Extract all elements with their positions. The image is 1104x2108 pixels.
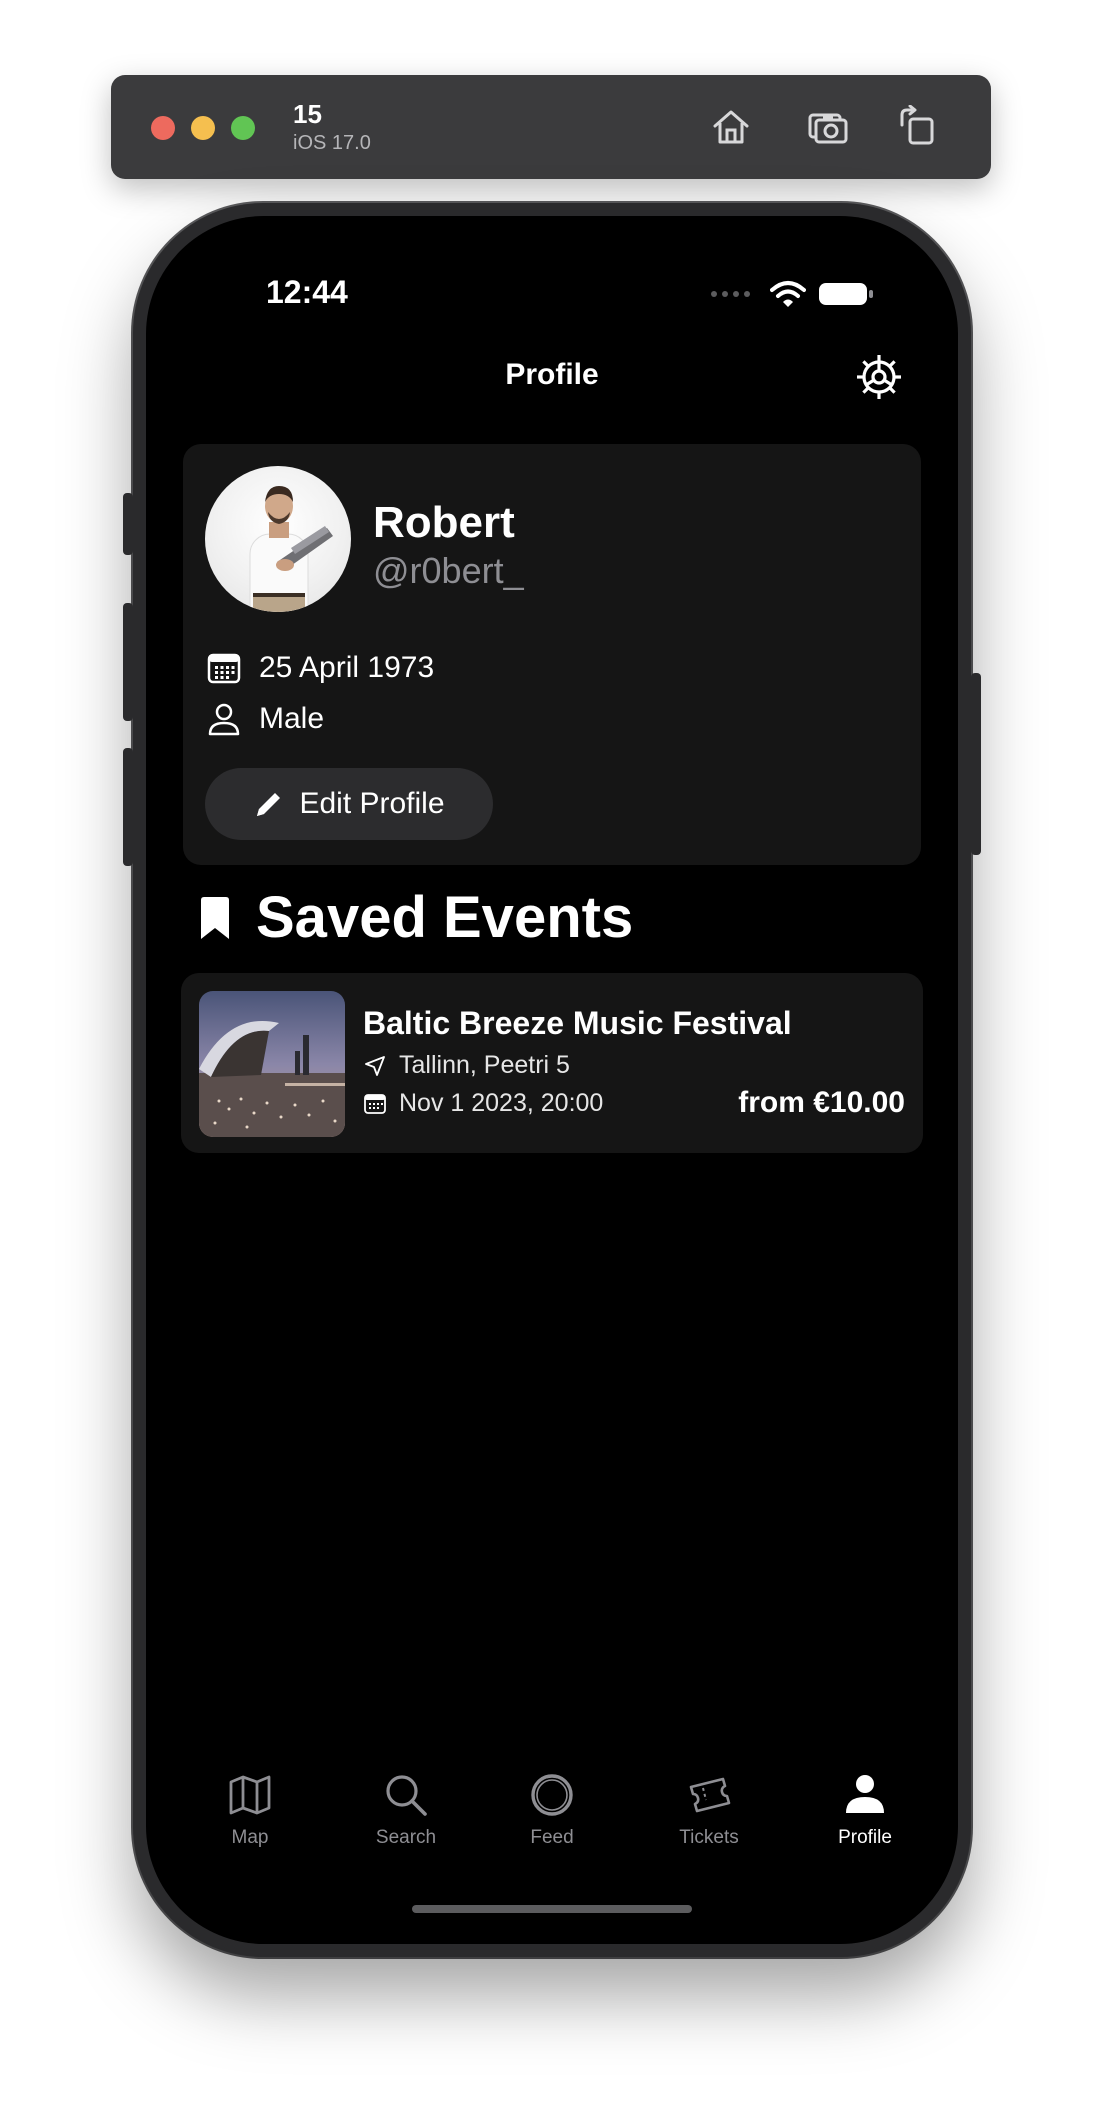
event-date-row: Nov 1 2023, 20:00: [363, 1089, 603, 1118]
saved-events-header: Saved Events: [198, 884, 633, 951]
tab-label-search: Search: [375, 1827, 437, 1848]
edit-profile-label: Edit Profile: [299, 787, 445, 820]
person-icon: [846, 1775, 884, 1813]
calendar-icon: [207, 653, 241, 684]
settings-button[interactable]: [855, 353, 903, 401]
calendar-icon: [364, 1093, 386, 1114]
event-datetime: Nov 1 2023, 20:00: [399, 1089, 604, 1117]
event-location: Tallinn, Peetri 5: [399, 1051, 570, 1079]
page-title: Profile: [505, 358, 599, 391]
edit-profile-button[interactable]: Edit Profile: [205, 768, 493, 840]
tab-label-map: Map: [231, 1827, 269, 1848]
birthdate-text: 25 April 1973: [259, 651, 435, 684]
tab-label-profile: Profile: [838, 1827, 892, 1848]
avatar[interactable]: [205, 466, 351, 612]
rotate-button[interactable]: [897, 104, 941, 149]
rotate-icon: [900, 104, 934, 145]
event-thumbnail: [199, 991, 345, 1137]
profile-card: Robert @r0bert_ 25 April 1973 Male Edit …: [183, 444, 921, 865]
battery-icon: [819, 283, 873, 305]
tab-label-feed: Feed: [530, 1827, 574, 1848]
avatar-photo: [249, 486, 333, 612]
tab-map[interactable]: Map: [180, 1771, 320, 1849]
home-icon: [713, 110, 749, 144]
tab-tickets[interactable]: Tickets: [639, 1771, 779, 1849]
tab-bar: Map Search Feed Tickets Profile: [146, 1771, 958, 1871]
simulator-device-name: 15: [293, 99, 322, 129]
map-icon: [229, 1775, 271, 1815]
gender-text: Male: [259, 702, 325, 735]
event-location-row: Tallinn, Peetri 5: [363, 1051, 570, 1080]
pencil-icon: [257, 793, 281, 816]
user-name: Robert: [373, 498, 515, 547]
simulator-os-version: iOS 17.0: [293, 132, 371, 154]
volume-up-button: [123, 603, 133, 721]
simulator-toolbar: 15 iOS 17.0: [111, 75, 991, 179]
home-button[interactable]: [709, 105, 753, 149]
saved-events-title: Saved Events: [256, 885, 634, 950]
status-time: 12:44: [266, 274, 348, 310]
tab-feed[interactable]: Feed: [482, 1771, 622, 1849]
birthdate-row: 25 April 1973: [207, 651, 434, 685]
action-button: [123, 493, 133, 555]
search-icon: [386, 1775, 427, 1816]
close-window-button[interactable]: [151, 116, 175, 140]
event-price: from €10.00: [738, 1086, 905, 1119]
tickets-icon: [689, 1777, 731, 1813]
bookmark-icon: [201, 896, 229, 939]
wifi-icon: [770, 281, 806, 307]
cellular-signal-icon: [711, 291, 750, 297]
camera-icon: [808, 113, 848, 144]
screenshot-button[interactable]: [806, 105, 850, 149]
tab-label-tickets: Tickets: [679, 1827, 739, 1848]
gear-icon: [857, 355, 901, 399]
event-photo: [199, 991, 345, 1137]
user-handle: @r0bert_: [373, 550, 524, 591]
person-icon: [208, 703, 240, 736]
volume-down-button: [123, 748, 133, 866]
minimize-window-button[interactable]: [191, 116, 215, 140]
saved-event-card[interactable]: Baltic Breeze Music Festival Tallinn, Pe…: [181, 973, 923, 1153]
status-icons: [711, 280, 874, 308]
feed-icon: [531, 1774, 573, 1816]
gender-row: Male: [207, 702, 324, 736]
power-button: [971, 673, 981, 855]
tab-profile[interactable]: Profile: [795, 1771, 935, 1849]
zoom-window-button[interactable]: [231, 116, 255, 140]
location-arrow-icon: [365, 1055, 385, 1076]
app-screen: 12:44 Profile Robert @r0bert_ 25 April 1…: [146, 216, 958, 1944]
home-indicator[interactable]: [412, 1905, 692, 1913]
event-title: Baltic Breeze Music Festival: [363, 1005, 792, 1041]
tab-search[interactable]: Search: [336, 1771, 476, 1849]
iphone-frame: 12:44 Profile Robert @r0bert_ 25 April 1…: [123, 203, 981, 1957]
